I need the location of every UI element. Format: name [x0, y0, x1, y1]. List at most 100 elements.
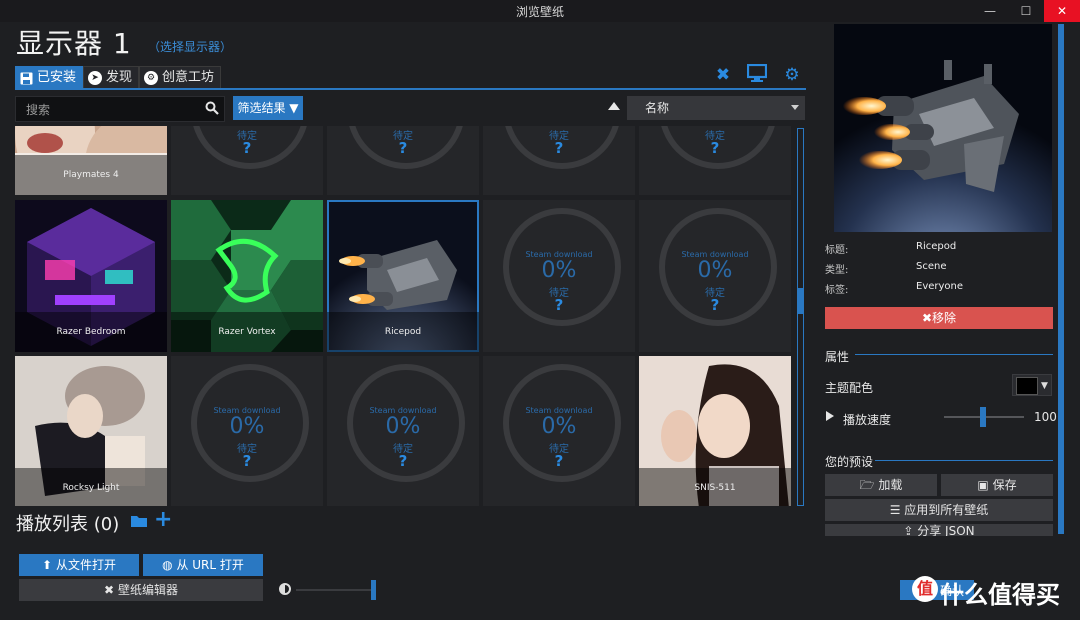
apply-to-all-button[interactable]: ☰ 应用到所有壁纸 [825, 499, 1053, 521]
wallpaper-tile-razer-bedroom[interactable]: Razer Bedroom [15, 200, 167, 352]
share-json-button[interactable]: ⇪ 分享 JSON [825, 524, 1053, 536]
wallpaper-tile-downloading[interactable]: 待定 ? [639, 126, 791, 195]
filter-label: 筛选结果 [237, 101, 286, 115]
load-preset-button[interactable]: 🗁 加载 [825, 474, 937, 496]
brightness-slider-track[interactable] [296, 589, 374, 591]
wallpaper-editor-label: 壁纸编辑器 [117, 583, 178, 597]
settings-gear-icon[interactable]: ⚙ [781, 64, 803, 86]
download-percent: 0% [541, 414, 577, 439]
tools-icon[interactable]: ✖ [712, 64, 734, 86]
title-key: 标题: [825, 245, 849, 256]
save-preset-button[interactable]: ▣ 保存 [941, 474, 1053, 496]
question-icon: ? [710, 139, 720, 157]
wallpaper-title: SNIS-511 [639, 468, 791, 506]
tab-installed-label: 已安装 [37, 70, 77, 85]
load-label: 加载 [878, 478, 903, 492]
tags-value: Everyone [916, 281, 964, 292]
watermark-text: 什么值得买 [940, 581, 1060, 609]
wallpaper-tile-downloading[interactable]: Steam download 0% 待定 ? [171, 356, 323, 506]
tab-underline [15, 88, 806, 90]
playback-speed-slider-knob[interactable] [980, 407, 986, 427]
tab-installed[interactable]: 已安装 [15, 66, 84, 90]
search-icon[interactable] [205, 101, 219, 115]
monitor-title: 显示器 1 [16, 27, 132, 60]
wallpaper-tile-downloading[interactable]: Steam download 0% 待定 ? [327, 356, 479, 506]
question-icon: ? [710, 296, 720, 314]
folder-open-icon[interactable] [130, 513, 148, 529]
share-icon: ⇪ [903, 524, 914, 536]
theme-color-swatch [1016, 377, 1038, 395]
wallpaper-tile-downloading[interactable]: Steam download 0% 待定 ? [483, 356, 635, 506]
watermark-logo: 值 [912, 576, 938, 602]
open-from-file-button[interactable]: ⬆ 从文件打开 [19, 554, 139, 576]
tags-key: 标签: [825, 285, 849, 296]
playlist-title: 播放列表 (0) [16, 514, 120, 535]
presets-section-title: 您的预设 [825, 455, 874, 469]
tab-workshop-label: 创意工坊 [162, 70, 215, 85]
type-value: Scene [916, 261, 947, 272]
open-from-url-label: 从 URL 打开 [176, 558, 244, 572]
wallpaper-tile-downloading[interactable]: 待定 ? [327, 126, 479, 195]
question-icon: ? [554, 139, 564, 157]
contrast-icon [279, 583, 291, 595]
tab-discover-label: 发现 [106, 70, 133, 85]
wallpaper-tile-rocksy-light[interactable]: Rocksy Light [15, 356, 167, 506]
wallpaper-editor-button[interactable]: ✖ 壁纸编辑器 [19, 579, 263, 601]
wallpaper-tile-ricepod[interactable]: Ricepod [327, 200, 479, 352]
sort-select-value: 名称 [645, 101, 670, 115]
window-title-bar: 浏览壁纸 — ☐ ✕ [0, 0, 1080, 22]
chevron-down-icon [791, 105, 799, 110]
properties-section-title: 属性 [825, 350, 850, 364]
download-percent: 0% [541, 258, 577, 283]
grid-scrollbar-thumb[interactable] [798, 288, 803, 314]
filter-results-button[interactable]: 筛选结果 ▼ [233, 96, 303, 120]
upload-icon: ⬆ [42, 558, 53, 572]
search-box[interactable] [15, 96, 225, 122]
open-from-url-button[interactable]: ◍ 从 URL 打开 [143, 554, 263, 576]
ricepod-preview-image [834, 24, 1052, 232]
wallpaper-tile-snis-511[interactable]: SNIS-511 [639, 356, 791, 506]
remove-label: 移除 [932, 311, 957, 325]
question-icon: ? [554, 296, 564, 314]
theme-color-label: 主题配色 [825, 381, 874, 395]
wallpaper-tile-playmates[interactable]: Playmates 4 [15, 126, 167, 195]
folder-icon: 🗁 [859, 478, 875, 492]
minimize-button[interactable]: — [972, 0, 1008, 22]
window-title: 浏览壁纸 [515, 5, 564, 19]
remove-button[interactable]: ✖移除 [825, 307, 1053, 329]
question-icon: ? [554, 452, 564, 470]
chevron-down-icon[interactable]: ▼ [1041, 381, 1048, 391]
section-divider [855, 354, 1053, 355]
apply-to-all-label: 应用到所有壁纸 [904, 503, 989, 517]
download-percent: 0% [697, 258, 733, 283]
wallpaper-tile-downloading[interactable]: 待定 ? [171, 126, 323, 195]
select-monitor-link[interactable]: （选择显示器） [148, 38, 232, 55]
close-x-icon: ✖ [921, 311, 933, 325]
wallpaper-tile-razer-vortex[interactable]: Razer Vortex [171, 200, 323, 352]
wallpaper-preview [834, 24, 1052, 232]
question-icon: ? [398, 452, 408, 470]
playback-speed-value: 100 [1034, 410, 1057, 424]
wallpaper-tile-downloading[interactable]: Steam download 0% 待定 ? [483, 200, 635, 352]
monitor-icon[interactable] [746, 63, 768, 86]
close-button[interactable]: ✕ [1044, 0, 1080, 22]
wallpaper-tile-downloading[interactable]: 待定 ? [483, 126, 635, 195]
playback-speed-label: 播放速度 [843, 413, 892, 427]
brightness-slider-knob[interactable] [371, 580, 376, 600]
sort-select[interactable]: 名称 [627, 96, 805, 120]
grid-scrollbar[interactable] [797, 128, 804, 506]
search-input[interactable] [24, 100, 198, 120]
sort-direction-icon[interactable] [608, 102, 620, 110]
plus-icon[interactable]: + [154, 509, 172, 531]
wallpaper-tile-downloading[interactable]: Steam download 0% 待定 ? [639, 200, 791, 352]
wallpaper-title: Ricepod [327, 312, 479, 352]
title-value: Ricepod [916, 241, 957, 252]
steam-icon: ⚙ [144, 71, 158, 85]
details-scrollbar[interactable] [1058, 24, 1064, 534]
tab-discover[interactable]: ➤ 发现 [83, 66, 140, 90]
maximize-button[interactable]: ☐ [1008, 0, 1044, 22]
question-icon: ? [242, 139, 252, 157]
save-icon [20, 72, 33, 84]
tab-workshop[interactable]: ⚙ 创意工坊 [139, 66, 222, 90]
section-divider [875, 460, 1053, 461]
